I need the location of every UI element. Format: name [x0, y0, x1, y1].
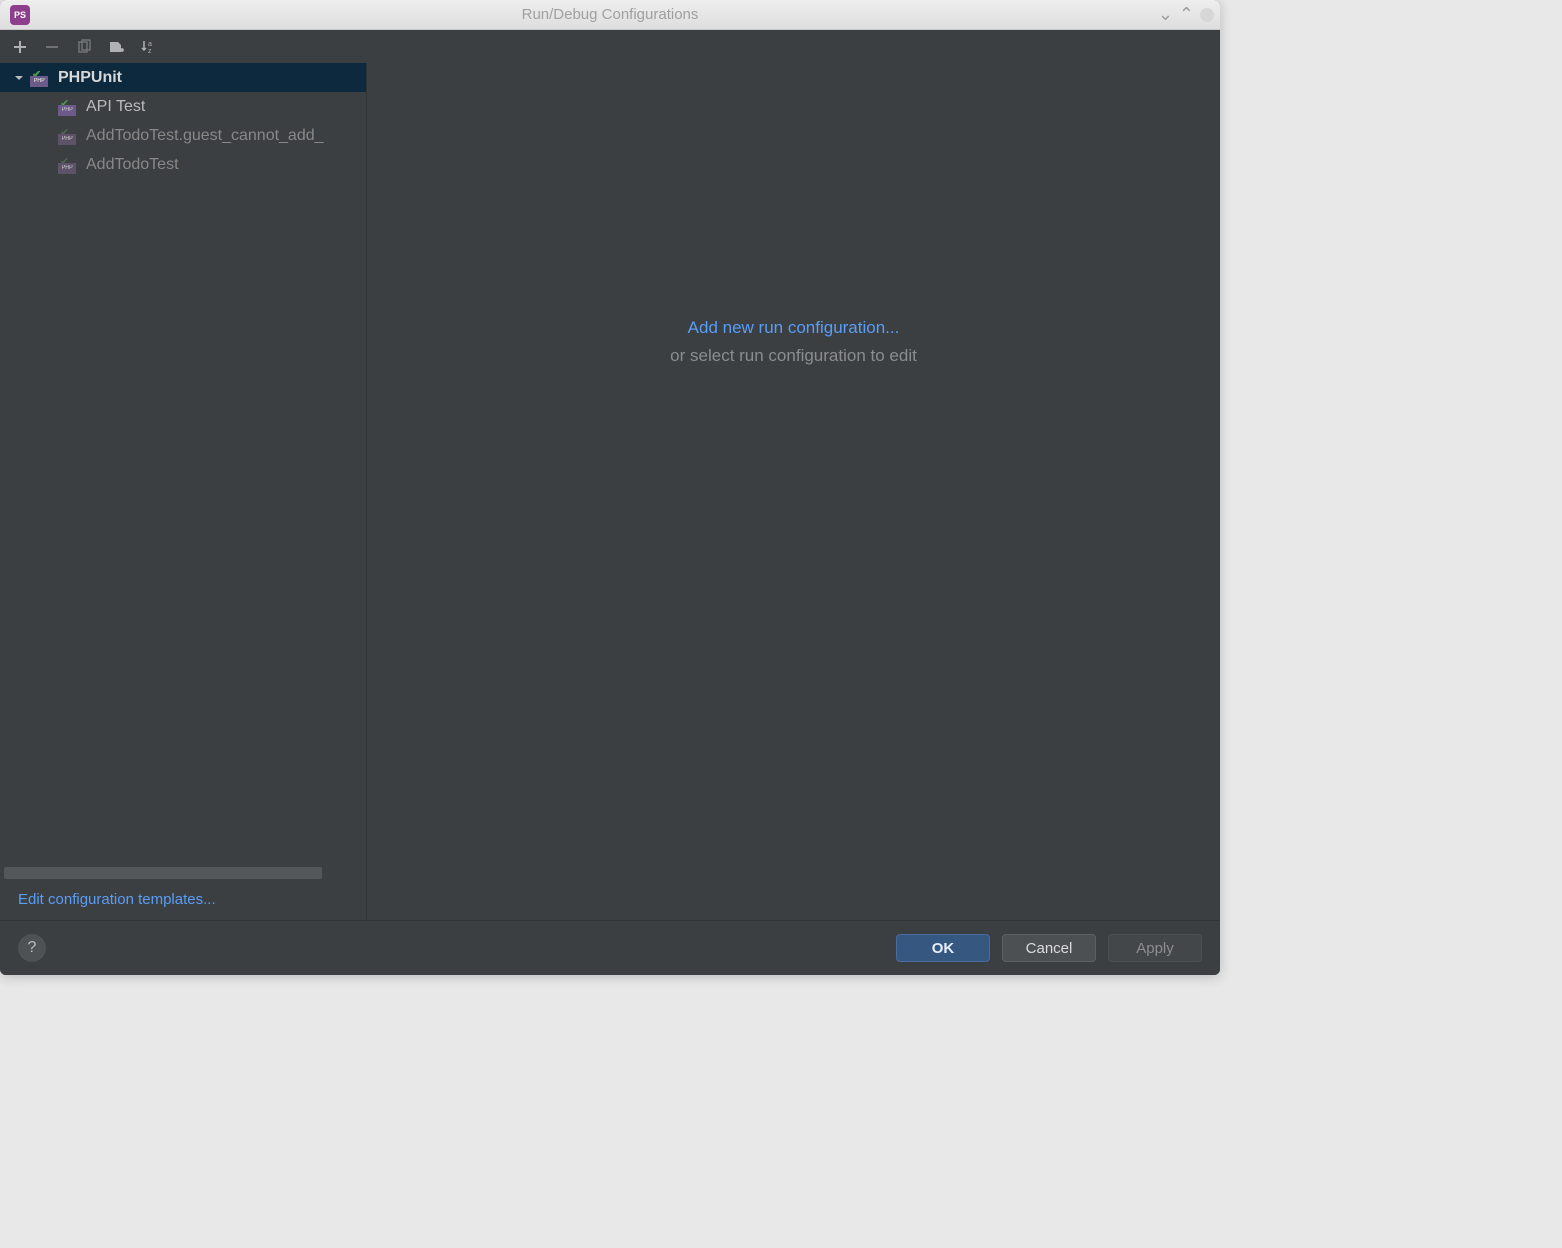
- tree-group-phpunit[interactable]: ✔ PHP PHPUnit: [0, 63, 366, 92]
- save-button[interactable]: [102, 33, 130, 61]
- tree-item[interactable]: ✔ PHP API Test: [0, 92, 366, 121]
- sidebar: ✔ PHP PHPUnit ✔ PHP API Test ✔ PHP: [0, 63, 367, 920]
- svg-text:a: a: [148, 41, 152, 48]
- window-title: Run/Debug Configurations: [0, 6, 1220, 23]
- body: ✔ PHP PHPUnit ✔ PHP API Test ✔ PHP: [0, 63, 1220, 920]
- tree-item[interactable]: ✔ PHP AddTodoTest: [0, 150, 366, 179]
- ok-button[interactable]: OK: [896, 934, 990, 962]
- dialog-footer: ? OK Cancel Apply: [0, 920, 1220, 975]
- add-button[interactable]: [6, 33, 34, 61]
- edit-templates-link[interactable]: Edit configuration templates...: [18, 891, 216, 908]
- phpunit-icon: ✔ PHP: [30, 69, 52, 87]
- apply-button[interactable]: Apply: [1108, 934, 1202, 962]
- sort-button[interactable]: az: [134, 33, 162, 61]
- tree-item[interactable]: ✔ PHP AddTodoTest.guest_cannot_add_: [0, 121, 366, 150]
- phpunit-icon: ✔ PHP: [58, 156, 80, 174]
- chevron-down-icon[interactable]: [12, 71, 26, 85]
- help-button[interactable]: ?: [18, 934, 46, 962]
- window-controls: ⌄ ⌃: [1158, 4, 1214, 25]
- close-icon[interactable]: [1200, 8, 1214, 22]
- run-debug-configurations-dialog: Run/Debug Configurations ⌄ ⌃ az: [0, 0, 1220, 975]
- toolbar: az: [0, 30, 1220, 63]
- tree-item-label: AddTodoTest.guest_cannot_add_: [86, 127, 324, 145]
- horizontal-scrollbar[interactable]: [4, 867, 322, 879]
- chevron-up-icon[interactable]: ⌃: [1179, 4, 1194, 25]
- cancel-button[interactable]: Cancel: [1002, 934, 1096, 962]
- placeholder-subtitle: or select run configuration to edit: [670, 346, 917, 366]
- phpunit-icon: ✔ PHP: [58, 98, 80, 116]
- sidebar-footer: Edit configuration templates...: [0, 879, 366, 920]
- chevron-down-icon[interactable]: ⌄: [1158, 4, 1173, 25]
- add-new-configuration-link[interactable]: Add new run configuration...: [670, 318, 917, 338]
- tree-group-label: PHPUnit: [58, 69, 122, 87]
- copy-button[interactable]: [70, 33, 98, 61]
- remove-button[interactable]: [38, 33, 66, 61]
- phpunit-icon: ✔ PHP: [58, 127, 80, 145]
- tree-item-label: API Test: [86, 98, 145, 116]
- main-panel: Add new run configuration... or select r…: [367, 63, 1220, 920]
- configurations-tree: ✔ PHP PHPUnit ✔ PHP API Test ✔ PHP: [0, 63, 366, 879]
- svg-text:z: z: [148, 48, 152, 55]
- titlebar: Run/Debug Configurations ⌄ ⌃: [0, 0, 1220, 30]
- tree-item-label: AddTodoTest: [86, 156, 179, 174]
- empty-placeholder: Add new run configuration... or select r…: [670, 318, 917, 366]
